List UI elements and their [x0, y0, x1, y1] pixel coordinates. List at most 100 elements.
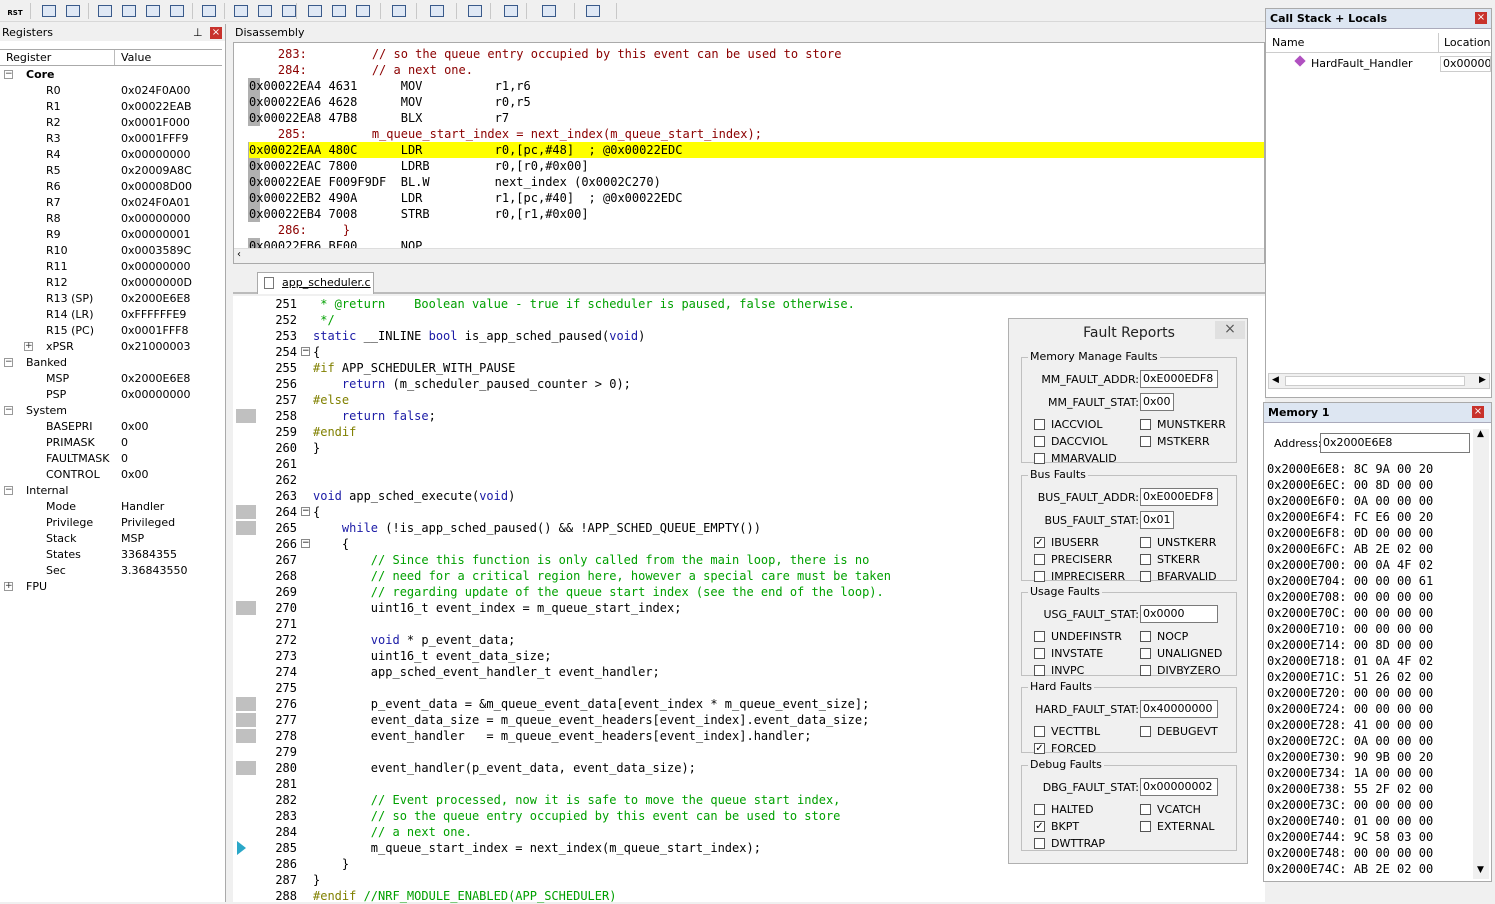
memory-window-icon[interactable] [40, 2, 58, 19]
register-row[interactable]: + xPSR 0x21000003 [0, 339, 222, 355]
memory-row[interactable]: 0x2000E728: 41 00 00 00 [1267, 717, 1433, 733]
memory-row[interactable]: 0x2000E6F4: FC E6 00 20 [1267, 509, 1433, 525]
register-row[interactable]: R7 0x024F0A01 [0, 195, 222, 211]
memory-row[interactable]: 0x2000E738: 55 2F 02 00 [1267, 781, 1433, 797]
scroll-up-icon[interactable]: ▲ [1477, 429, 1484, 439]
code-line[interactable]: * @return Boolean value - true if schedu… [313, 296, 855, 312]
code-line[interactable]: // regarding update of the queue start i… [313, 584, 884, 600]
fault-close-button[interactable]: × [1215, 321, 1245, 339]
register-row[interactable]: PSP 0x00000000 [0, 387, 222, 403]
fault-checkbox[interactable] [1034, 571, 1045, 582]
register-row[interactable]: R2 0x0001F000 [0, 115, 222, 131]
fault-checkbox[interactable] [1140, 631, 1151, 642]
memory-row[interactable]: 0x2000E74C: AB 2E 02 00 [1267, 861, 1433, 877]
register-value[interactable]: 0x00000000 [121, 259, 191, 275]
register-value[interactable]: 3.36843550 [121, 563, 187, 579]
reset-icon[interactable]: RST [6, 2, 24, 19]
disassembly-line[interactable]: 0x00022EA4 4631 MOV r1,r6 [249, 78, 531, 94]
register-value[interactable]: 0x00000000 [121, 387, 191, 403]
register-value[interactable]: 0x0001FFF9 [121, 131, 188, 147]
code-line[interactable]: m_queue_start_index = next_index(m_queue… [313, 840, 761, 856]
register-value[interactable]: 33684355 [121, 547, 177, 563]
fault-checkbox[interactable] [1034, 436, 1045, 447]
register-row[interactable]: R12 0x0000000D [0, 275, 222, 291]
memory-row[interactable]: 0x2000E708: 00 00 00 00 [1267, 589, 1433, 605]
memory-row[interactable]: 0x2000E710: 00 00 00 00 [1267, 621, 1433, 637]
call-stack-close-icon[interactable]: × [1475, 12, 1487, 24]
memory-row[interactable]: 0x2000E72C: 0A 00 00 00 [1267, 733, 1433, 749]
register-row[interactable]: Stack MSP [0, 531, 222, 547]
command-window-icon[interactable] [232, 2, 250, 19]
fault-checkbox[interactable] [1140, 665, 1151, 676]
code-line[interactable]: } [313, 856, 349, 872]
serial-window-icon[interactable] [428, 2, 446, 19]
register-row[interactable]: − System [0, 403, 222, 419]
code-line[interactable]: // Since this function is only called fr… [313, 552, 870, 568]
col-name[interactable]: Name [1272, 36, 1304, 49]
register-row[interactable]: FAULTMASK 0 [0, 451, 222, 467]
register-row[interactable]: R0 0x024F0A00 [0, 83, 222, 99]
trace-window-icon[interactable] [502, 2, 520, 19]
memory-row[interactable]: 0x2000E730: 90 9B 00 20 [1267, 749, 1433, 765]
fault-field-value[interactable]: 0x0000 [1140, 605, 1218, 623]
register-row[interactable]: R4 0x00000000 [0, 147, 222, 163]
current-instruction[interactable]: 0x00022EAA 480C LDR r0,[pc,#48] ; @0x000… [249, 142, 1264, 158]
step-over-icon[interactable] [120, 2, 138, 19]
scroll-left-icon[interactable]: ‹ [237, 249, 241, 260]
call-stack-row[interactable]: HardFault_Handler 0x000000 [1266, 55, 1491, 73]
register-value[interactable]: 0x0001F000 [121, 115, 190, 131]
register-row[interactable]: R13 (SP) 0x2000E6E8 [0, 291, 222, 307]
register-value[interactable]: 0x024F0A00 [121, 83, 190, 99]
memory-row[interactable]: 0x2000E70C: 00 00 00 00 [1267, 605, 1433, 621]
fault-checkbox[interactable] [1034, 665, 1045, 676]
disassembly-line[interactable]: 284: // a next one. [249, 62, 473, 78]
collapse-icon[interactable]: − [4, 358, 13, 367]
code-line[interactable]: static __INLINE bool is_app_sched_paused… [313, 328, 645, 344]
disassembly-line[interactable]: 283: // so the queue entry occupied by t… [249, 46, 842, 62]
fault-checkbox[interactable]: ✓ [1034, 537, 1045, 548]
fault-checkbox[interactable] [1034, 648, 1045, 659]
analysis-window-icon[interactable] [466, 2, 484, 19]
code-line[interactable]: event_data_size = m_queue_event_headers[… [313, 712, 870, 728]
code-line[interactable]: { [313, 504, 320, 520]
register-row[interactable]: Mode Handler [0, 499, 222, 515]
show-next-statement-icon[interactable] [200, 2, 218, 19]
register-row[interactable]: Privilege Privileged [0, 515, 222, 531]
col-value[interactable]: Value [121, 51, 151, 64]
disassembly-line[interactable]: 0x00022EAC 7800 LDRB r0,[r0,#0x00] [249, 158, 589, 174]
code-line[interactable]: // need for a critical region here, howe… [313, 568, 891, 584]
register-row[interactable]: BASEPRI 0x00 [0, 419, 222, 435]
disassembly-line[interactable]: 285: m_queue_start_index = next_index(m_… [249, 126, 762, 142]
register-row[interactable]: R10 0x0003589C [0, 243, 222, 259]
toolbox-icon[interactable] [584, 2, 602, 19]
tab-app-scheduler[interactable]: app_scheduler.c [257, 272, 374, 294]
register-value[interactable]: 0x0003589C [121, 243, 191, 259]
fault-checkbox[interactable] [1034, 631, 1045, 642]
code-line[interactable]: void app_sched_execute(void) [313, 488, 515, 504]
memory-row[interactable]: 0x2000E724: 00 00 00 00 [1267, 701, 1433, 717]
scroll-left-icon[interactable]: ◀ [1272, 375, 1279, 385]
register-row[interactable]: CONTROL 0x00 [0, 467, 222, 483]
collapse-icon[interactable]: − [4, 406, 13, 415]
code-line[interactable]: // Event processed, now it is safe to mo… [313, 792, 841, 808]
memory-row[interactable]: 0x2000E6E8: 8C 9A 00 20 [1267, 461, 1433, 477]
register-value[interactable]: Privileged [121, 515, 175, 531]
code-line[interactable]: p_event_data = &m_queue_event_data[event… [313, 696, 870, 712]
register-value[interactable]: 0x20009A8C [121, 163, 192, 179]
code-line[interactable]: #endif [313, 424, 356, 440]
register-row[interactable]: PRIMASK 0 [0, 435, 222, 451]
fault-checkbox[interactable] [1140, 726, 1151, 737]
code-line[interactable]: #if APP_SCHEDULER_WITH_PAUSE [313, 360, 515, 376]
fault-field-value[interactable]: 0xE000EDF8 [1140, 488, 1218, 506]
code-line[interactable]: uint16_t event_data_size; [313, 648, 552, 664]
memory-vscrollbar[interactable]: ▲ ▼ [1473, 429, 1489, 879]
memory-window-icon[interactable] [390, 2, 408, 19]
register-row[interactable]: R3 0x0001FFF9 [0, 131, 222, 147]
col-location[interactable]: Location [1444, 36, 1491, 49]
register-row[interactable]: − Banked [0, 355, 222, 371]
register-row[interactable]: R8 0x00000000 [0, 211, 222, 227]
register-value[interactable]: 0x0000000D [121, 275, 192, 291]
fault-checkbox[interactable] [1140, 554, 1151, 565]
expand-icon[interactable]: + [24, 342, 33, 351]
collapse-icon[interactable]: − [4, 70, 13, 79]
